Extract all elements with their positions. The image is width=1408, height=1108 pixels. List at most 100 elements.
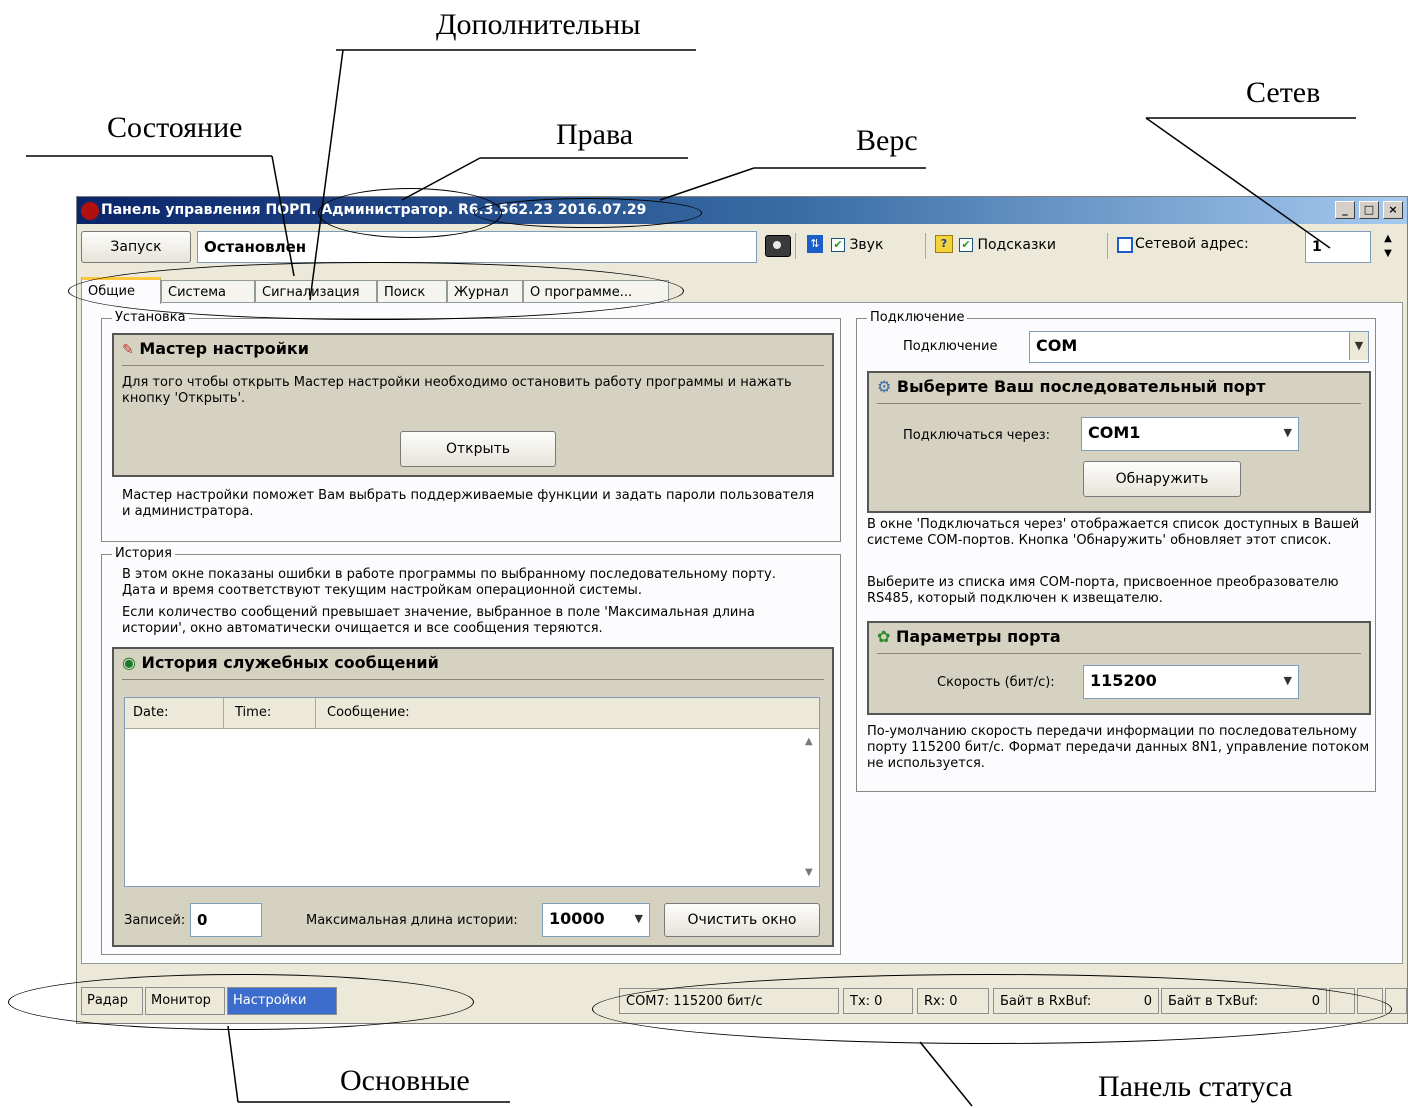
bottom-tab-radar[interactable]: Радар (81, 987, 143, 1015)
annotation-rights: Права (556, 118, 634, 151)
history-scrollbar[interactable]: ▲ ▼ (801, 728, 819, 886)
connection-group: Подключение Подключение COM ▼ ⚙ Выберите… (856, 310, 1376, 792)
history-text-1: В этом окне показаны ошибки в работе про… (122, 567, 776, 598)
max-length-select[interactable]: 10000 ▼ (542, 903, 650, 937)
column-separator (223, 698, 224, 728)
app-window: Панель управления ПОРП. Администратор. R… (76, 196, 1408, 1024)
speed-label: Скорость (бит/с): (937, 675, 1055, 690)
wizard-text: Для того чтобы открыть Мастер настройки … (122, 375, 792, 406)
hints-option[interactable]: ✔ Подсказки (959, 237, 1056, 253)
network-icon: ⇅ (807, 235, 823, 253)
connect-via-label: Подключаться через: (903, 428, 1051, 443)
history-header: ◉ История служебных сообщений (122, 653, 439, 672)
history-table[interactable]: Date: Time: Сообщение: ▲ ▼ (124, 697, 820, 887)
start-button[interactable]: Запуск (81, 231, 191, 263)
connection-text-2: Выберите из списка имя COM-порта, присво… (867, 575, 1339, 606)
chevron-down-icon[interactable]: ▼ (1349, 332, 1368, 360)
history-group: История В этом окне показаны ошибки в ра… (101, 546, 841, 955)
status-tx: Tx: 0 (843, 988, 913, 1014)
net-address-label: Сетевой адрес: (1135, 236, 1249, 252)
scroll-up-icon[interactable]: ▲ (805, 736, 813, 747)
port-params-panel: ✿ Параметры порта Скорость (бит/с): 1152… (867, 621, 1371, 715)
connection-group-label: Подключение (867, 310, 968, 325)
port-select-panel: ⚙ Выберите Ваш последовательный порт Под… (867, 371, 1371, 513)
tab-search[interactable]: Поиск (377, 280, 447, 303)
max-length-label: Максимальная длина истории: (306, 913, 518, 928)
install-group-label: Установка (112, 310, 189, 325)
history-panel-title: История служебных сообщений (141, 653, 439, 672)
history-divider (122, 679, 824, 680)
maximize-button[interactable]: □ (1359, 201, 1379, 219)
title-bar[interactable]: Панель управления ПОРП. Администратор. R… (77, 197, 1407, 224)
open-wizard-button[interactable]: Открыть (400, 431, 556, 467)
annotation-additional: Дополнительны (436, 8, 641, 41)
port-params-header: ✿ Параметры порта (877, 627, 1061, 646)
hint-icon: ? (935, 235, 953, 253)
bottom-tab-monitor[interactable]: Монитор (145, 987, 225, 1015)
port-icon: ⚙ (877, 377, 892, 396)
port-select-title: Выберите Ваш последовательный порт (896, 377, 1266, 396)
column-date[interactable]: Date: (133, 705, 168, 720)
port-select-divider (877, 403, 1361, 404)
annotation-status-panel: Панель статуса (1098, 1070, 1293, 1103)
history-panel: ◉ История служебных сообщений Date: Time… (112, 647, 834, 947)
rxbuf-label: Байт в RxBuf: (1000, 994, 1092, 1009)
column-separator (315, 698, 316, 728)
txbuf-value: 0 (1311, 994, 1320, 1009)
clear-window-button[interactable]: Очистить окно (664, 903, 820, 937)
bottom-tab-settings[interactable]: Настройки (227, 987, 337, 1015)
tab-about[interactable]: О программе... (523, 280, 669, 303)
chevron-down-icon[interactable]: ▼ (1284, 666, 1292, 696)
window-title: Панель управления ПОРП. Администратор. R… (101, 202, 647, 218)
status-com: COM7: 115200 бит/с (619, 988, 839, 1014)
tab-journal[interactable]: Журнал (447, 280, 523, 303)
sound-label: Звук (849, 237, 884, 253)
column-message[interactable]: Сообщение: (327, 705, 410, 720)
toolbar-separator (795, 233, 796, 259)
connection-select[interactable]: COM ▼ (1029, 331, 1369, 363)
status-txbuf: Байт в TxBuf: 0 (1161, 988, 1327, 1014)
detect-button[interactable]: Обнаружить (1083, 461, 1241, 497)
speed-select[interactable]: 115200 ▼ (1083, 665, 1299, 699)
wizard-panel: ✎ Мастер настройки Для того чтобы открыт… (112, 333, 834, 477)
port-params-title: Параметры порта (895, 627, 1061, 646)
params-icon: ✿ (877, 627, 891, 646)
state-field: Остановлен (197, 231, 757, 263)
address-spinner[interactable]: ▲ ▼ (1379, 231, 1397, 263)
tab-alarm[interactable]: Сигнализация (255, 280, 377, 303)
annotation-network: Сетев (1246, 76, 1321, 109)
sound-checkbox[interactable]: ✔ (831, 238, 845, 252)
sound-option[interactable]: ✔ Звук (831, 237, 883, 253)
records-field: 0 (190, 903, 262, 937)
annotation-version: Верс (856, 124, 918, 157)
install-group: Установка ✎ Мастер настройки Для того чт… (101, 310, 841, 542)
net-address-input[interactable]: 1 (1305, 231, 1371, 263)
minimize-button[interactable]: _ (1335, 201, 1355, 219)
wizard-title: Мастер настройки (139, 339, 309, 358)
history-text-2: Если количество сообщений превышает знач… (122, 605, 755, 636)
speed-value: 115200 (1090, 671, 1157, 690)
history-group-label: История (112, 546, 175, 561)
wizard-help-text: Мастер настройки поможет Вам выбрать под… (122, 488, 815, 519)
scroll-down-icon[interactable]: ▼ (805, 867, 813, 878)
wizard-divider (122, 365, 824, 366)
hints-checkbox[interactable]: ✔ (959, 238, 973, 252)
tab-general[interactable]: Общие (81, 277, 161, 304)
address-icon (1117, 237, 1133, 253)
globe-icon: ◉ (122, 653, 136, 672)
app-icon (81, 202, 99, 220)
toolbar-separator (1107, 233, 1108, 259)
toolbar: Запуск Остановлен ⇅ ✔ Звук ? ✔ Подсказки… (77, 225, 1407, 267)
connect-via-value: COM1 (1088, 423, 1141, 442)
chevron-down-icon[interactable]: ▼ (635, 904, 643, 934)
camera-icon[interactable] (765, 235, 791, 257)
max-length-value: 10000 (549, 909, 605, 928)
connection-text-1: В окне 'Подключаться через' отображается… (867, 517, 1360, 548)
column-time[interactable]: Time: (235, 705, 271, 720)
chevron-down-icon[interactable]: ▼ (1284, 418, 1292, 448)
connect-via-select[interactable]: COM1 ▼ (1081, 417, 1299, 451)
tab-system[interactable]: Система (161, 280, 255, 303)
close-button[interactable]: × (1383, 201, 1403, 219)
txbuf-label: Байт в TxBuf: (1168, 994, 1259, 1009)
toolbar-separator (925, 233, 926, 259)
